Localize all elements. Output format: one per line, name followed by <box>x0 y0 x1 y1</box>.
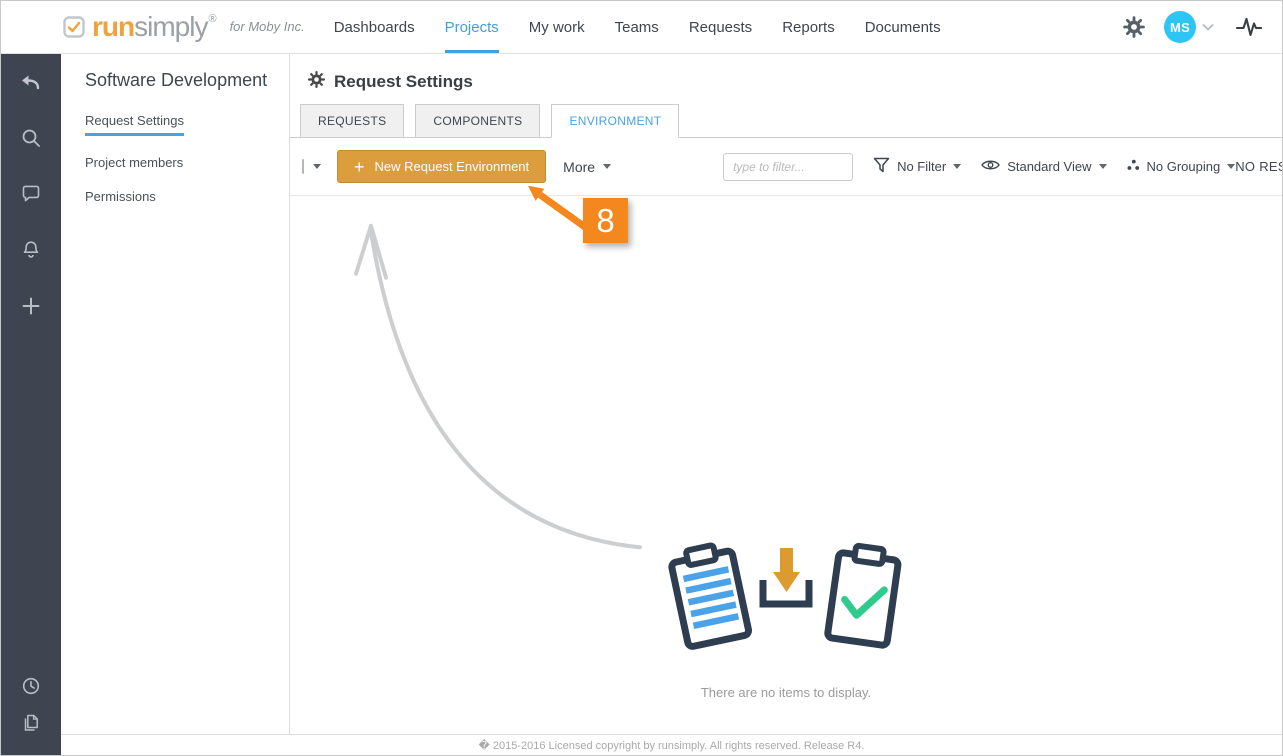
empty-state: There are no items to display. <box>290 542 1282 700</box>
chevron-down-icon <box>953 164 961 169</box>
subnav-item-permissions[interactable]: Permissions <box>85 189 289 204</box>
top-navbar: runsimply® for Moby Inc. Dashboards Proj… <box>1 1 1282 54</box>
clipboard-check-icon <box>827 543 900 645</box>
clipboard-list-icon <box>669 542 749 647</box>
tab-components[interactable]: COMPONENTS <box>415 104 540 138</box>
logo-tagline: for Moby Inc. <box>230 19 305 41</box>
logo-wordmark: runsimply® <box>92 13 216 41</box>
app-window: runsimply® for Moby Inc. Dashboards Proj… <box>0 0 1283 756</box>
registered-mark: ® <box>208 13 215 25</box>
download-icon <box>763 548 809 604</box>
avatar[interactable]: MS <box>1164 11 1196 43</box>
grouping-icon <box>1127 159 1140 174</box>
history-icon[interactable] <box>1 667 61 704</box>
nav-item-my-work[interactable]: My work <box>529 1 585 53</box>
chevron-down-icon <box>1227 164 1235 169</box>
select-menu-caret-icon[interactable] <box>313 164 321 169</box>
nav-item-reports[interactable]: Reports <box>782 1 835 53</box>
logo-check-icon <box>63 16 85 38</box>
app-logo[interactable]: runsimply® for Moby Inc. <box>63 13 305 41</box>
tab-environment[interactable]: ENVIRONMENT <box>551 104 679 138</box>
chevron-down-icon <box>603 164 611 169</box>
nav-item-documents[interactable]: Documents <box>865 1 941 53</box>
grouping-dropdown[interactable]: No Grouping <box>1127 159 1236 174</box>
select-all-checkbox[interactable] <box>302 159 304 174</box>
bell-icon[interactable] <box>1 222 61 278</box>
activity-icon[interactable] <box>1236 14 1262 40</box>
main-nav: Dashboards Projects My work Teams Reques… <box>319 1 956 53</box>
tab-requests[interactable]: REQUESTS <box>300 104 404 138</box>
plus-icon[interactable] <box>1 278 61 334</box>
toolbar: + New Request Environment More <box>290 138 1282 196</box>
back-icon[interactable] <box>1 54 61 110</box>
nav-item-teams[interactable]: Teams <box>615 1 659 53</box>
copyright-text: � 2015-2016 Licensed copyright by runsim… <box>479 739 865 752</box>
topbar-actions: MS <box>1122 11 1262 43</box>
nav-item-projects[interactable]: Projects <box>445 1 499 53</box>
nav-item-requests[interactable]: Requests <box>689 1 752 53</box>
tab-bar: REQUESTS COMPONENTS ENVIRONMENT <box>290 104 1282 138</box>
annotation-badge: 8 <box>583 198 628 243</box>
funnel-icon <box>873 157 890 177</box>
nav-item-dashboards[interactable]: Dashboards <box>334 1 415 53</box>
list-canvas: There are no items to display. <box>290 196 1282 734</box>
more-menu[interactable]: More <box>563 159 611 175</box>
results-count: NO RESULTS <box>1235 159 1283 174</box>
subnav-item-request-settings[interactable]: Request Settings <box>85 113 289 136</box>
plus-icon: + <box>354 158 365 176</box>
page-title: Request Settings <box>334 72 473 92</box>
main-content: Request Settings REQUESTS COMPONENTS ENV… <box>290 54 1282 734</box>
settings-gear-icon[interactable] <box>1122 15 1146 39</box>
search-icon[interactable] <box>1 110 61 166</box>
chevron-down-icon <box>1099 164 1107 169</box>
filter-input[interactable] <box>723 153 853 181</box>
documents-icon[interactable] <box>1 704 61 741</box>
empty-state-illustration <box>657 542 915 654</box>
project-panel: Software Development Request Settings Pr… <box>61 54 290 734</box>
page-gear-icon <box>307 70 326 94</box>
project-title: Software Development <box>85 70 289 91</box>
icon-rail <box>1 54 61 755</box>
chat-icon[interactable] <box>1 166 61 222</box>
footer: � 2015-2016 Licensed copyright by runsim… <box>61 734 1282 755</box>
new-request-environment-button[interactable]: + New Request Environment <box>337 150 546 183</box>
subnav-item-project-members[interactable]: Project members <box>85 155 289 170</box>
view-dropdown[interactable]: Standard View <box>981 159 1106 174</box>
eye-icon <box>981 159 1000 174</box>
chevron-down-icon[interactable] <box>1202 23 1214 31</box>
filter-dropdown[interactable]: No Filter <box>873 157 961 177</box>
empty-state-message: There are no items to display. <box>290 685 1282 700</box>
